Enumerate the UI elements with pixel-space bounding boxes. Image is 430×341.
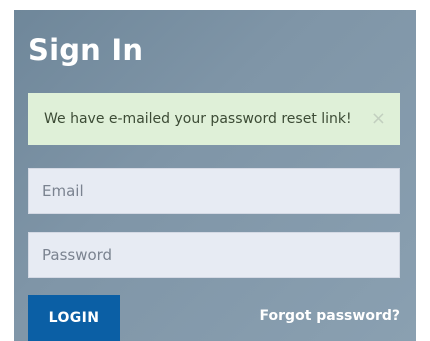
close-icon[interactable]: ×	[371, 110, 386, 128]
forgot-password-link[interactable]: Forgot password?	[260, 308, 400, 324]
signin-title: Sign In	[28, 33, 144, 67]
success-alert: We have e-mailed your password reset lin…	[28, 93, 400, 145]
login-button[interactable]: LOGIN	[28, 295, 120, 341]
password-input[interactable]	[28, 232, 400, 278]
signin-panel: Sign In We have e-mailed your password r…	[14, 10, 416, 341]
email-input[interactable]	[28, 168, 400, 214]
alert-message: We have e-mailed your password reset lin…	[44, 111, 352, 127]
